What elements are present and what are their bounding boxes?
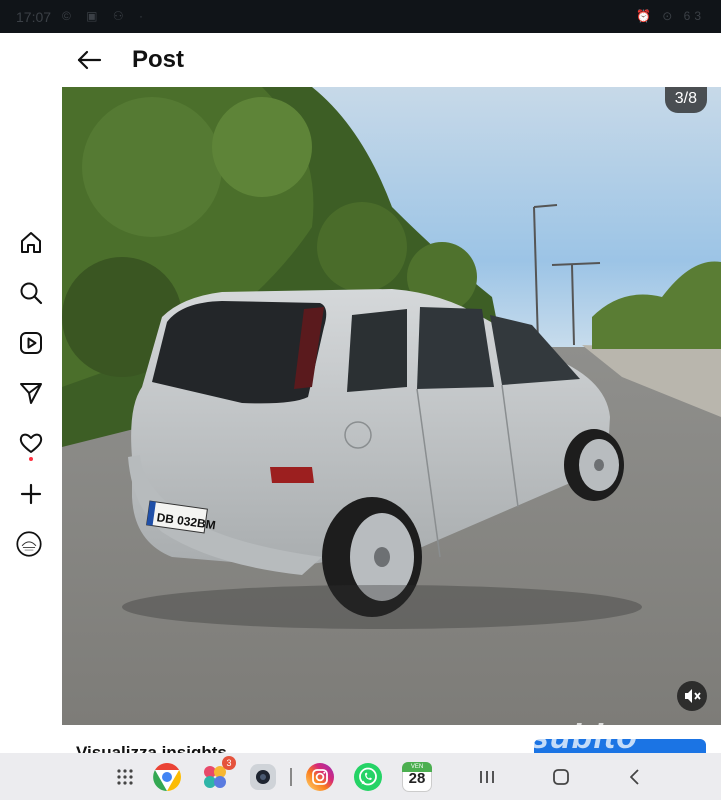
navigation-bar: 3 VEN 28	[0, 753, 721, 800]
home-button-icon[interactable]	[546, 762, 576, 792]
car-photo-illustration: DB 032BM	[62, 87, 721, 725]
mute-icon[interactable]	[677, 681, 707, 711]
reels-icon[interactable]	[18, 330, 44, 356]
subito-watermark: subito	[530, 718, 638, 756]
whatsapp-icon[interactable]	[353, 762, 383, 792]
back-button-icon[interactable]	[620, 762, 650, 792]
calendar-icon[interactable]: VEN 28	[402, 762, 432, 792]
heart-icon[interactable]	[18, 430, 44, 461]
status-notification-icons: © ▣ ⚇ ·	[62, 9, 149, 23]
recents-icon[interactable]	[472, 762, 502, 792]
page-title: Post	[132, 46, 185, 73]
gallery-badge: 3	[222, 756, 236, 770]
photo-counter-badge: 3/8	[664, 87, 707, 113]
status-time: 17:07	[16, 9, 52, 25]
post-header: Post	[62, 33, 721, 87]
calendar-day: 28	[408, 770, 426, 787]
camera-icon[interactable]	[248, 762, 278, 792]
status-system-icons: ⏰ ⊙ 63	[635, 9, 705, 23]
search-icon[interactable]	[18, 280, 44, 306]
screen: 17:07 © ▣ ⚇ · ⏰ ⊙ 63 Post DB 032BM 3/8 V…	[0, 0, 721, 800]
notification-dot	[29, 457, 33, 461]
app-drawer-icon[interactable]	[110, 762, 140, 792]
profile-avatar[interactable]	[16, 531, 46, 561]
send-icon[interactable]	[18, 380, 44, 406]
post-photo[interactable]: DB 032BM 3/8	[62, 87, 721, 725]
status-bar: 17:07 © ▣ ⚇ · ⏰ ⊙ 63	[0, 0, 721, 33]
home-icon[interactable]	[18, 230, 44, 256]
chrome-icon[interactable]	[152, 762, 182, 792]
sidebar	[0, 33, 62, 753]
create-icon[interactable]	[18, 481, 44, 507]
back-arrow-icon[interactable]	[74, 45, 104, 75]
nav-divider	[290, 768, 292, 786]
insights-link[interactable]: Visualizza insights	[76, 743, 227, 753]
gallery-icon[interactable]: 3	[200, 756, 236, 792]
instagram-icon[interactable]	[305, 762, 335, 792]
